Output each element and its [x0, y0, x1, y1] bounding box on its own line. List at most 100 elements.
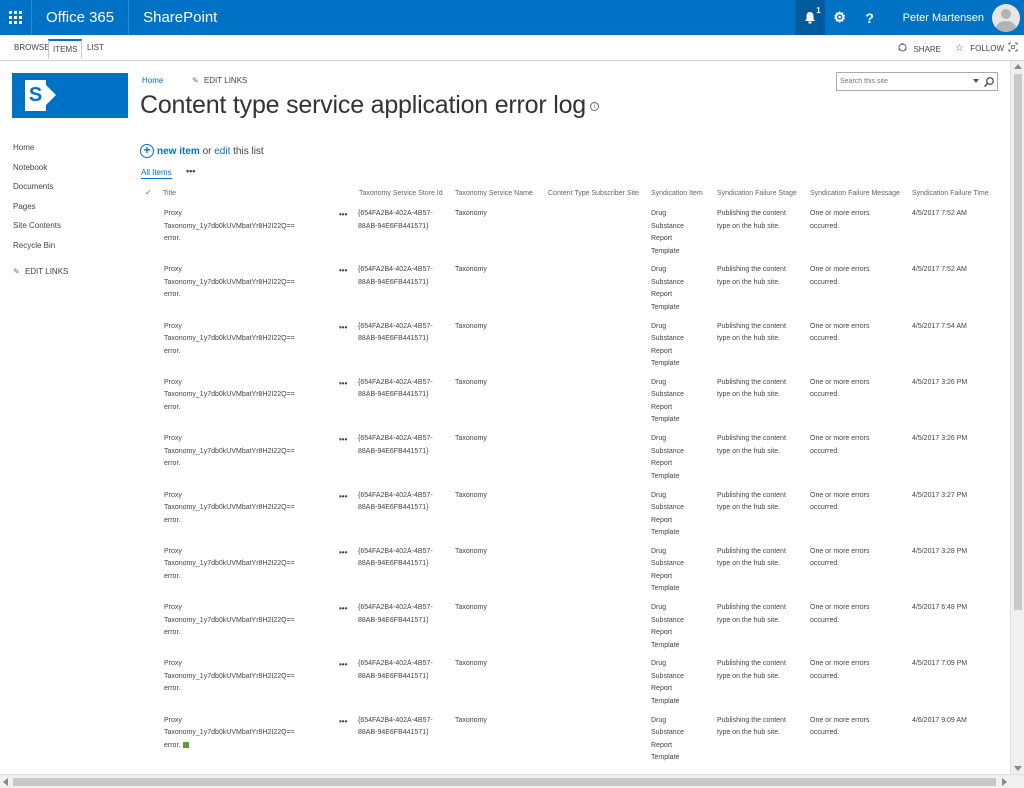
view-all-items[interactable]: All Items	[141, 168, 172, 179]
row-title[interactable]: Proxy Taxonomy_1y7db0kUVMbatYr8H2I22Q== er…	[164, 715, 334, 753]
column-header-service-name[interactable]: Taxonomy Service Name	[455, 186, 533, 202]
share-button[interactable]: SHARE	[898, 43, 941, 54]
table-row[interactable]: Proxy Taxonomy_1y7db0kUVMbatYr8H2I22Q== er…	[0, 490, 1010, 546]
column-header-store-id[interactable]: Taxonomy Service Store Id	[359, 186, 443, 202]
scroll-right-arrow-icon[interactable]	[1002, 778, 1007, 786]
column-header-failure-stage[interactable]: Syndication Failure Stage	[717, 186, 797, 202]
help-button[interactable]: ?	[855, 0, 885, 35]
row-title[interactable]: Proxy Taxonomy_1y7db0kUVMbatYr8H2I22Q== er…	[164, 377, 334, 415]
horizontal-scroll-thumb[interactable]	[13, 778, 996, 786]
nav-item-notebook[interactable]: Notebook	[13, 162, 61, 182]
tab-items[interactable]: ITEMS	[48, 39, 83, 59]
table-row[interactable]: Proxy Taxonomy_1y7db0kUVMbatYr8H2I22Q== er…	[0, 433, 1010, 489]
item-menu-button[interactable]: •••	[339, 322, 347, 334]
row-syndication-item: Drug Substance Report Template	[651, 264, 711, 314]
table-row[interactable]: Proxy Taxonomy_1y7db0kUVMbatYr8H2I22Q== er…	[0, 602, 1010, 658]
notifications-button[interactable]: 1	[794, 0, 825, 35]
item-menu-button[interactable]: •••	[339, 603, 347, 615]
row-failure-message: One or more errors occurred.	[810, 602, 906, 627]
breadcrumb-home[interactable]: Home	[142, 76, 163, 85]
column-header-failure-message[interactable]: Syndication Failure Message	[810, 186, 900, 202]
scroll-up-arrow-icon[interactable]	[1014, 64, 1022, 69]
row-failure-time-line: 4/6/2017 9:09 AM	[912, 716, 967, 724]
row-store-id-line: 88AB-94E6FB441571}	[358, 504, 429, 511]
scroll-left-arrow-icon[interactable]	[3, 778, 8, 786]
row-failure-message-line: One or more errors	[810, 491, 870, 499]
row-service-name-line: Taxonomy	[455, 716, 487, 724]
info-icon[interactable]: i	[590, 101, 600, 111]
item-menu-button[interactable]: •••	[339, 716, 347, 728]
row-title[interactable]: Proxy Taxonomy_1y7db0kUVMbatYr8H2I22Q== er…	[164, 602, 334, 640]
row-failure-message-line: occurred.	[810, 560, 840, 568]
row-failure-message-line: occurred.	[810, 278, 840, 286]
row-syndication-item-line: Template	[651, 697, 680, 705]
plus-icon[interactable]: +	[140, 144, 154, 158]
table-row[interactable]: Proxy Taxonomy_1y7db0kUVMbatYr8H2I22Q== er…	[0, 208, 1010, 264]
waffle-icon	[9, 11, 22, 24]
column-header-title[interactable]: Title	[163, 186, 176, 202]
row-title-line: Proxy	[164, 491, 182, 499]
column-header-syndication-item[interactable]: Syndication Item	[651, 186, 703, 202]
tab-list[interactable]: LIST	[83, 39, 108, 59]
search-input[interactable]	[840, 75, 966, 88]
new-item-link[interactable]: new item	[157, 146, 200, 157]
row-title[interactable]: Proxy Taxonomy_1y7db0kUVMbatYr8H2I22Q== er…	[164, 208, 334, 246]
search-icon[interactable]	[983, 76, 995, 88]
column-header-failure-time[interactable]: Syndication Failure Time	[912, 186, 989, 202]
row-title-text: error.	[164, 629, 181, 637]
row-service-name-line: Taxonomy	[455, 660, 487, 668]
table-row[interactable]: Proxy Taxonomy_1y7db0kUVMbatYr8H2I22Q== er…	[0, 321, 1010, 377]
row-service-name-line: Taxonomy	[455, 435, 487, 443]
vertical-scrollbar[interactable]	[1010, 61, 1024, 774]
item-menu-button[interactable]: •••	[339, 265, 347, 277]
scroll-down-arrow-icon[interactable]	[1014, 766, 1022, 771]
avatar[interactable]	[992, 3, 1020, 32]
row-failure-message: One or more errors occurred.	[810, 208, 906, 233]
table-row[interactable]: Proxy Taxonomy_1y7db0kUVMbatYr8H2I22Q== er…	[0, 377, 1010, 433]
row-service-name-line: Taxonomy	[455, 210, 487, 217]
row-store-id: {654FA2B4-402A-4B57- 88AB-94E6FB441571}	[358, 602, 452, 627]
item-menu-button[interactable]: •••	[339, 547, 347, 559]
vertical-scroll-thumb[interactable]	[1014, 74, 1022, 610]
row-title[interactable]: Proxy Taxonomy_1y7db0kUVMbatYr8H2I22Q== er…	[164, 658, 334, 696]
user-name[interactable]: Peter Martensen	[885, 12, 992, 24]
column-header-subscriber-site[interactable]: Content Type Subscriber Site	[548, 186, 639, 202]
item-menu-button[interactable]: •••	[339, 491, 347, 503]
table-row[interactable]: Proxy Taxonomy_1y7db0kUVMbatYr8H2I22Q== er…	[0, 658, 1010, 714]
nav-item-documents[interactable]: Documents	[13, 181, 61, 201]
item-menu-button[interactable]: •••	[339, 378, 347, 390]
row-title[interactable]: Proxy Taxonomy_1y7db0kUVMbatYr8H2I22Q== er…	[164, 490, 334, 528]
row-title[interactable]: Proxy Taxonomy_1y7db0kUVMbatYr8H2I22Q== er…	[164, 264, 334, 302]
edit-links-top[interactable]: ✎ EDIT LINKS	[192, 76, 247, 85]
row-failure-stage-line: type on the hub site.	[717, 391, 781, 399]
row-store-id: {654FA2B4-402A-4B57- 88AB-94E6FB441571}	[358, 321, 452, 346]
office-365-link[interactable]: Office 365	[32, 0, 130, 35]
row-title[interactable]: Proxy Taxonomy_1y7db0kUVMbatYr8H2I22Q== er…	[164, 321, 334, 359]
item-menu-button[interactable]: •••	[339, 434, 347, 446]
site-logo[interactable]: S	[12, 73, 128, 118]
item-menu-button[interactable]: •••	[339, 209, 347, 221]
row-syndication-item-line: Report	[651, 741, 673, 749]
app-launcher-button[interactable]	[0, 0, 32, 35]
edit-list-link[interactable]: edit	[214, 146, 230, 157]
select-all-checkmark-icon[interactable]: ✓	[145, 188, 152, 197]
row-title[interactable]: Proxy Taxonomy_1y7db0kUVMbatYr8H2I22Q== er…	[164, 546, 334, 584]
row-store-id: {654FA2B4-402A-4B57- 88AB-94E6FB441571}	[358, 546, 452, 571]
focus-mode-button[interactable]	[1008, 42, 1018, 55]
nav-item-home[interactable]: Home	[13, 142, 61, 162]
follow-button[interactable]: ☆ FOLLOW	[951, 43, 1004, 54]
table-row[interactable]: Proxy Taxonomy_1y7db0kUVMbatYr8H2I22Q== er…	[0, 546, 1010, 602]
row-title-line: Proxy	[164, 210, 182, 217]
horizontal-scrollbar[interactable]	[0, 774, 1024, 788]
row-failure-time-line: 4/5/2017 7:54 AM	[912, 322, 967, 330]
item-menu-button[interactable]: •••	[339, 659, 347, 671]
table-row[interactable]: Proxy Taxonomy_1y7db0kUVMbatYr8H2I22Q== er…	[0, 264, 1010, 320]
view-more-button[interactable]: •••	[186, 166, 195, 176]
row-service-name-line: Taxonomy	[455, 322, 487, 330]
row-title-text: error.	[164, 572, 181, 580]
search-scope-dropdown[interactable]	[973, 79, 979, 83]
sharepoint-link[interactable]: SharePoint	[129, 0, 231, 35]
settings-button[interactable]: ⚙	[825, 0, 855, 35]
row-title[interactable]: Proxy Taxonomy_1y7db0kUVMbatYr8H2I22Q== er…	[164, 433, 334, 471]
table-row[interactable]: Proxy Taxonomy_1y7db0kUVMbatYr8H2I22Q== er…	[0, 715, 1010, 771]
